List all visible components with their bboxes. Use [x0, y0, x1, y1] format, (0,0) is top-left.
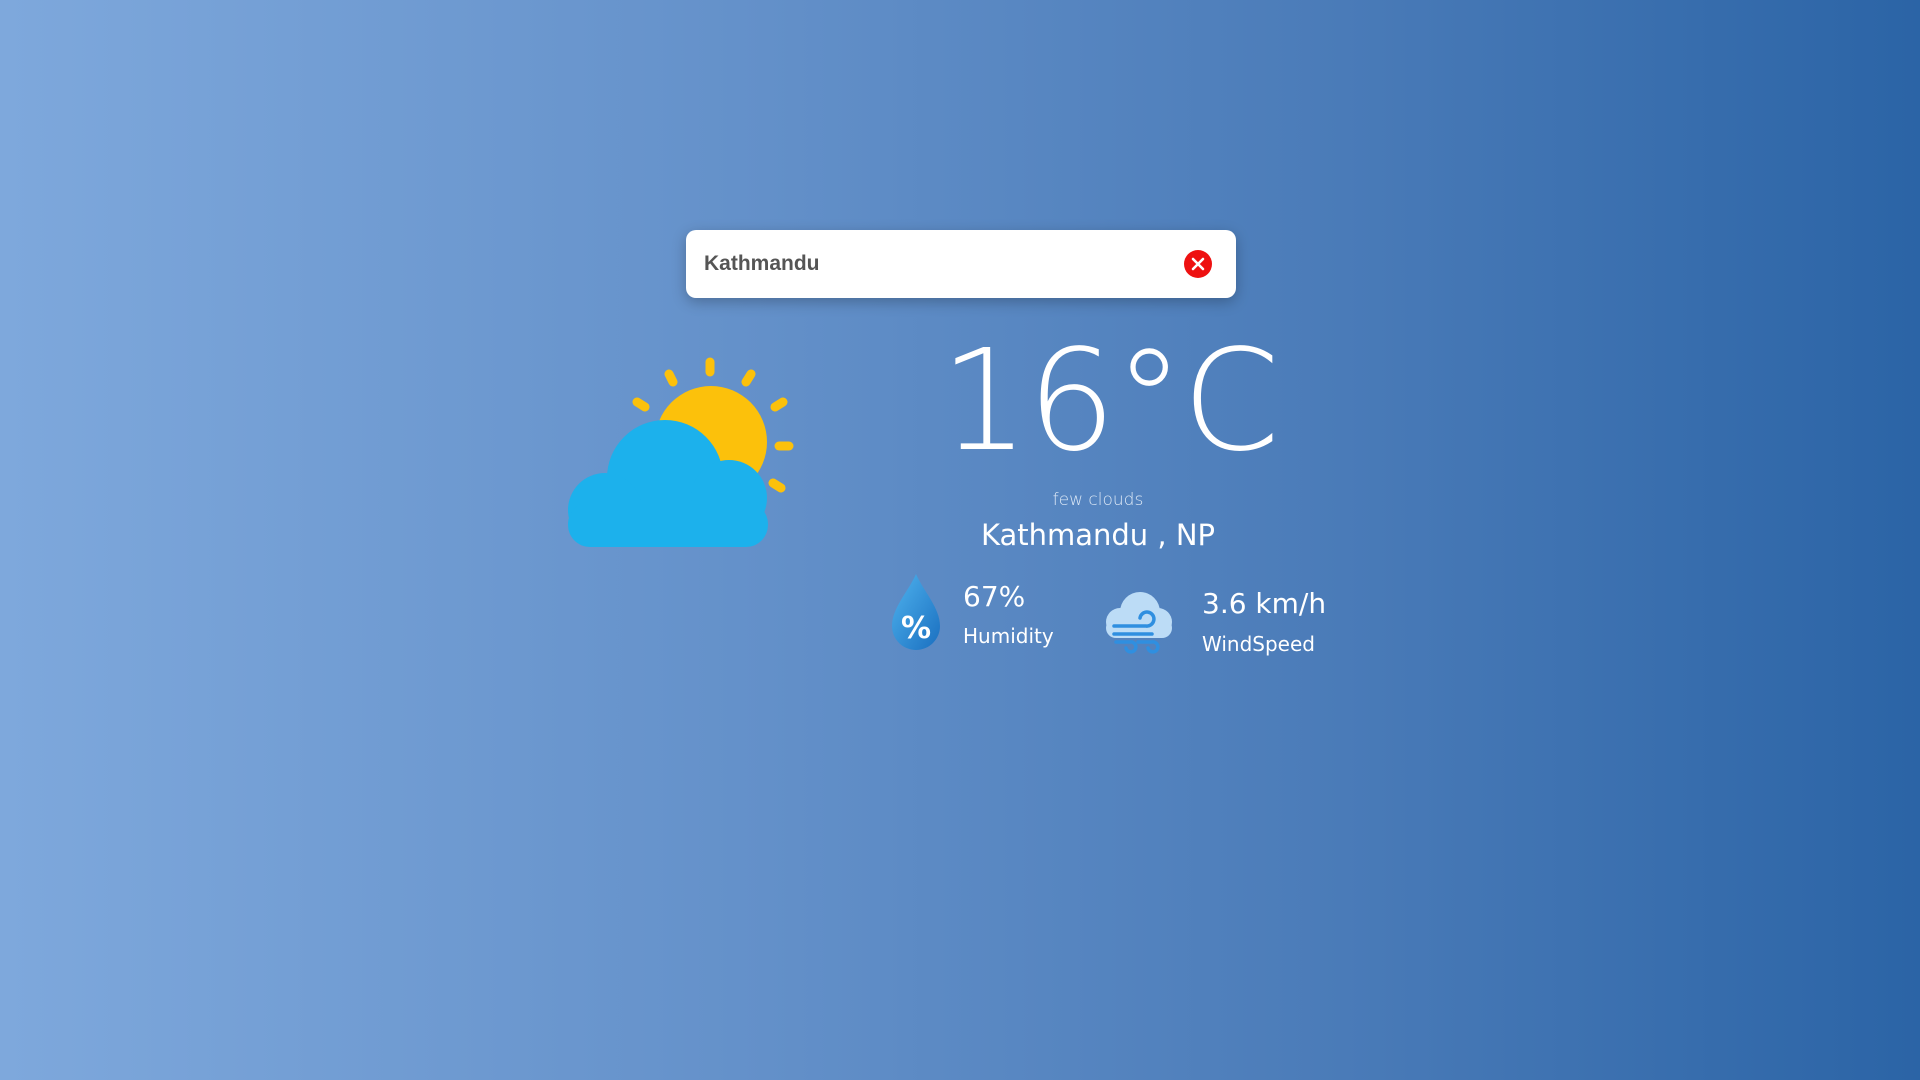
search-box	[686, 230, 1236, 298]
location-name: Kathmandu , NP	[980, 518, 1216, 552]
wind-speed-label: WindSpeed	[1202, 632, 1315, 656]
humidity-value: 67%	[963, 580, 1026, 613]
wind-cloud-icon	[1106, 592, 1172, 654]
humidity-drop-icon: %	[892, 574, 940, 650]
svg-text:%: %	[901, 611, 931, 646]
clear-search-button[interactable]	[1184, 250, 1212, 278]
close-icon	[1191, 257, 1205, 271]
city-search-input[interactable]	[702, 251, 1184, 277]
partly-cloudy-icon	[568, 357, 794, 547]
wind-speed-value: 3.6 km/h	[1202, 587, 1327, 620]
weather-description: few clouds	[1052, 490, 1144, 510]
humidity-label: Humidity	[963, 624, 1054, 648]
temperature-display: 16°C	[940, 320, 1280, 483]
